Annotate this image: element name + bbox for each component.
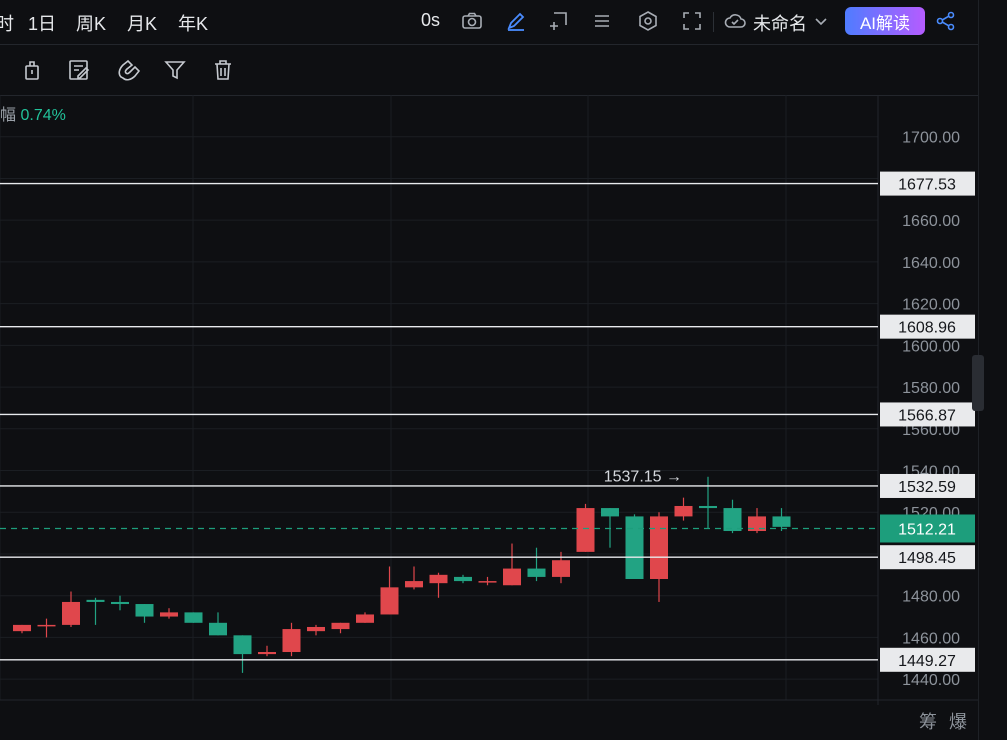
candle-body bbox=[331, 622, 350, 630]
y-tick-label: 1660.00 bbox=[902, 213, 960, 230]
candlestick-chart[interactable]: 1700.001680.001660.001640.001620.001600.… bbox=[0, 95, 978, 705]
y-tick-label: 1580.00 bbox=[902, 380, 960, 397]
candle-body bbox=[233, 635, 252, 655]
filter-icon[interactable] bbox=[163, 58, 187, 82]
chevron-down-icon[interactable] bbox=[812, 12, 830, 30]
layout-name[interactable]: 未命名 bbox=[753, 10, 807, 36]
trash-icon[interactable] bbox=[211, 58, 235, 82]
y-tick-label: 1700.00 bbox=[902, 130, 960, 147]
ai-interpret-button[interactable]: AI解读 bbox=[845, 7, 925, 35]
y-tick-label: 1640.00 bbox=[902, 255, 960, 272]
candle-body bbox=[772, 516, 791, 527]
candle-body bbox=[209, 622, 227, 636]
timeframe-day[interactable]: 1日 bbox=[28, 10, 56, 36]
add-indicator-icon[interactable] bbox=[547, 10, 569, 32]
line-price-label: 1608.96 bbox=[898, 320, 956, 337]
candle-body bbox=[135, 604, 154, 617]
candle-body bbox=[503, 568, 521, 586]
candle-body bbox=[160, 612, 178, 617]
y-tick-label: 1600.00 bbox=[902, 338, 960, 355]
candle-body bbox=[552, 560, 570, 577]
lock-drawing-icon[interactable] bbox=[20, 58, 44, 82]
candle-body bbox=[86, 599, 105, 602]
y-tick-label: 1620.00 bbox=[902, 297, 960, 314]
candle-body bbox=[184, 612, 203, 623]
candle-body bbox=[37, 624, 56, 627]
candle-body bbox=[478, 581, 497, 583]
y-tick-label: 1440.00 bbox=[902, 672, 960, 689]
camera-icon[interactable] bbox=[461, 10, 483, 32]
candle-body bbox=[576, 508, 595, 552]
chip-distribution-button[interactable]: 筹 bbox=[919, 708, 937, 734]
candle-body bbox=[429, 574, 448, 584]
candle-body bbox=[356, 614, 374, 623]
timeframe-year[interactable]: 年K bbox=[178, 10, 208, 36]
candle-body bbox=[454, 576, 472, 582]
candle-body bbox=[601, 508, 619, 517]
current-price-label: 1512.21 bbox=[898, 521, 956, 538]
countdown-timer: 0s bbox=[421, 10, 441, 30]
fullscreen-icon[interactable] bbox=[681, 10, 703, 32]
candle-body bbox=[527, 568, 546, 577]
candle-body bbox=[674, 505, 693, 517]
burst-button[interactable]: 爆 bbox=[949, 708, 967, 734]
list-icon[interactable] bbox=[591, 10, 613, 32]
candle-body bbox=[380, 587, 399, 615]
candle-body bbox=[625, 516, 644, 579]
edit-note-icon[interactable] bbox=[67, 58, 91, 82]
candle-body bbox=[111, 601, 129, 605]
candle-body bbox=[650, 516, 668, 579]
candle-body bbox=[282, 629, 301, 653]
candle-body bbox=[405, 581, 423, 588]
timeframe-hour[interactable]: 时 bbox=[0, 10, 14, 36]
magnet-icon[interactable] bbox=[116, 58, 141, 82]
candle-body bbox=[258, 652, 276, 655]
y-tick-label: 1460.00 bbox=[902, 630, 960, 647]
line-price-label: 1532.59 bbox=[898, 479, 956, 496]
timeframe-week[interactable]: 周K bbox=[76, 10, 106, 36]
right-side-panel bbox=[972, 0, 1007, 740]
settings-hexagon-icon[interactable] bbox=[637, 10, 659, 32]
line-price-label: 1498.45 bbox=[898, 550, 956, 567]
cloud-icon[interactable] bbox=[724, 10, 746, 32]
toolbar-divider bbox=[713, 12, 714, 32]
candle-body bbox=[62, 601, 80, 625]
candle-body bbox=[723, 508, 742, 532]
candle-body bbox=[699, 505, 717, 509]
drawing-toolbar bbox=[0, 45, 978, 96]
line-price-label: 1566.87 bbox=[898, 407, 956, 424]
y-tick-label: 1480.00 bbox=[902, 589, 960, 606]
top-toolbar: 时 1日 周K 月K 年K 0s 未命名 AI解读 bbox=[0, 0, 978, 45]
line-price-label: 1677.53 bbox=[898, 177, 956, 194]
share-icon[interactable] bbox=[935, 10, 957, 32]
candle-body bbox=[307, 626, 325, 632]
pencil-icon[interactable] bbox=[505, 10, 527, 32]
line-price-label: 1449.27 bbox=[898, 653, 956, 670]
timeframe-month[interactable]: 月K bbox=[127, 10, 157, 36]
collapse-panel-tab[interactable] bbox=[972, 355, 984, 411]
candle-body bbox=[13, 624, 31, 632]
high-price-marker: 1537.15 → bbox=[604, 468, 682, 485]
